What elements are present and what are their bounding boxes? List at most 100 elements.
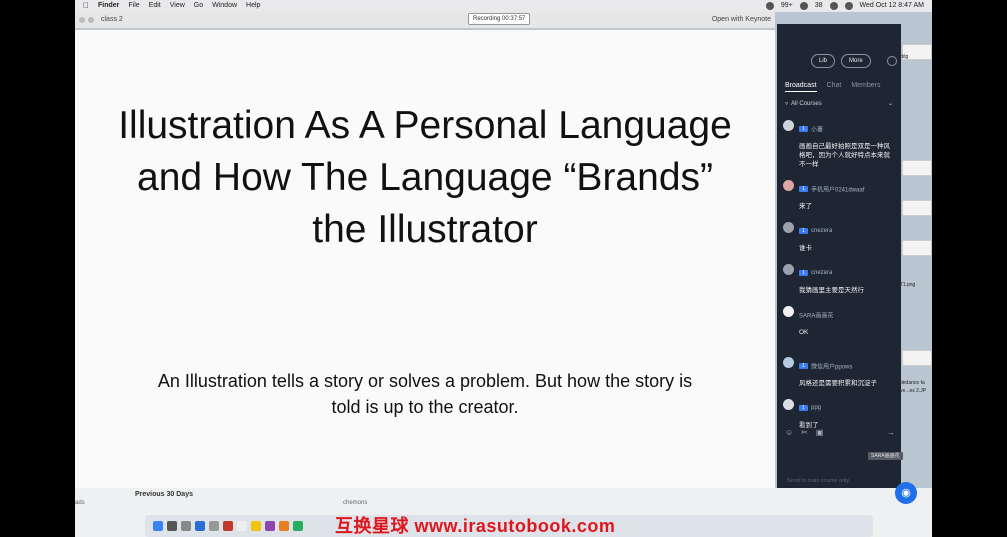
tab-broadcast[interactable]: Broadcast — [785, 82, 817, 92]
list-item: 1 手机用户0241dwaaf 来了 — [783, 180, 895, 211]
message-author: 手机用户0241dwaaf — [811, 187, 865, 194]
close-icon[interactable] — [79, 17, 85, 23]
finder-file-label: chemons — [343, 500, 368, 506]
message-text: 我猜画里主要是天然行 — [799, 287, 864, 294]
app-icon[interactable] — [251, 521, 261, 531]
slide-title: Illustration As A Personal Language and … — [118, 104, 732, 251]
app-icon[interactable] — [223, 521, 233, 531]
list-item: 1 cnezera 我猜画里主要是天然行 — [783, 264, 895, 295]
app-icon[interactable] — [209, 521, 219, 531]
emoji-icon[interactable]: ☺ — [785, 428, 793, 438]
message-text: 谁卡 — [799, 245, 812, 252]
desktop-file-label[interactable]: dedance fa — [900, 380, 925, 386]
menu-datetime[interactable]: Wed Oct 12 8:47 AM — [860, 0, 924, 12]
avatar[interactable] — [783, 180, 794, 191]
desktop-file-label[interactable]: ve...es 2.JP — [900, 388, 926, 394]
list-item: 1 ppg 看到了 — [783, 399, 895, 430]
send-arrow-icon[interactable]: → — [887, 428, 895, 438]
avatar[interactable] — [783, 357, 794, 368]
course-filter-label: All Courses — [791, 101, 822, 107]
status-icon[interactable] — [765, 2, 774, 10]
menu-help[interactable]: Help — [246, 0, 260, 12]
list-item: 1 微信用户ppows 风格还是需要积累和沉淀子 — [783, 357, 895, 388]
image-file-icon[interactable] — [902, 350, 932, 366]
file-icon[interactable] — [902, 240, 932, 256]
message-text: 风格还是需要积累和沉淀子 — [799, 380, 877, 387]
menu-edit[interactable]: Edit — [149, 0, 161, 12]
app-icon[interactable] — [279, 521, 289, 531]
calendar-icon[interactable] — [237, 521, 247, 531]
message-author: ppg — [811, 404, 822, 411]
avatar[interactable] — [783, 222, 794, 233]
level-badge: 1 — [799, 227, 808, 234]
app-icon[interactable] — [195, 521, 205, 531]
avatar[interactable] — [783, 399, 794, 410]
desktop-file-label[interactable]: ddg — [900, 54, 908, 60]
message-list: 1 小董 画画自己最好拍照是双是一种风格吧，因为个人就好特点本来就不一样 1 手机用… — [783, 120, 895, 441]
avatar[interactable] — [783, 264, 794, 275]
open-with-keynote-button[interactable]: Open with Keynote — [712, 12, 771, 28]
message-text: OK — [799, 329, 809, 336]
message-author: 微信用户ppows — [811, 364, 853, 371]
level-badge: 1 — [799, 125, 808, 132]
slide-body: An Illustration tells a story or solves … — [157, 371, 693, 417]
recording-indicator[interactable]: Recording 00:37:57 — [468, 13, 531, 25]
lib-button[interactable]: Lib — [811, 54, 836, 68]
menu-view[interactable]: View — [170, 0, 185, 12]
message-author: 小董 — [811, 127, 824, 134]
apple-icon[interactable]:  — [83, 0, 89, 12]
level-badge: 1 — [799, 362, 808, 369]
message-author: cnezera — [811, 269, 833, 276]
more-button[interactable]: More — [841, 54, 871, 68]
chat-bubble-button[interactable]: ◉ — [895, 482, 917, 504]
message-text: 来了 — [799, 203, 812, 210]
filter-icon: ▿ — [785, 101, 789, 107]
app-icon[interactable] — [181, 521, 191, 531]
send-note: Send to main course only — [787, 478, 850, 484]
live-class-panel: Lib More Broadcast Chat Members ▿ All Cou… — [777, 24, 901, 488]
desktop-screen:  Finder File Edit View Go Window Help 9… — [75, 0, 932, 537]
app-icon[interactable] — [167, 521, 177, 531]
panel-tabs: Broadcast Chat Members — [785, 82, 881, 92]
menu-go[interactable]: Go — [194, 0, 203, 12]
app-icon[interactable] — [293, 521, 303, 531]
desktop-file-label[interactable]: 71.png — [900, 282, 915, 288]
slide-canvas: Illustration As A Personal Language and … — [75, 30, 775, 488]
menu-file[interactable]: File — [128, 0, 139, 12]
previous-30-days-label: Previous 30 Days — [135, 491, 193, 498]
tab-members[interactable]: Members — [851, 82, 880, 92]
finder-icon[interactable] — [153, 521, 163, 531]
level-badge: 1 — [799, 269, 808, 276]
image-icon[interactable]: ▣ — [816, 428, 824, 438]
notification-count[interactable]: 99+ — [781, 0, 793, 12]
menu-bar:  Finder File Edit View Go Window Help 9… — [75, 0, 932, 12]
app-icon[interactable] — [265, 521, 275, 531]
search-icon[interactable] — [844, 2, 853, 10]
keynote-titlebar: class 2 Open with Keynote — [75, 12, 775, 29]
tab-chat[interactable]: Chat — [827, 82, 842, 92]
course-filter[interactable]: ▿ All Courses ⌄ — [785, 100, 893, 107]
menu-app-name[interactable]: Finder — [98, 0, 119, 12]
status-count[interactable]: 38 — [815, 0, 823, 12]
avatar[interactable] — [783, 120, 794, 131]
level-badge: 1 — [799, 404, 808, 411]
file-icon[interactable] — [902, 160, 932, 176]
message-text: 画画自己最好拍照是双是一种风格吧，因为个人就好特点本来就不一样 — [799, 143, 890, 168]
avatar[interactable] — [783, 306, 794, 317]
settings-icon[interactable] — [887, 56, 897, 66]
window-title: class 2 — [101, 16, 123, 23]
minimize-icon[interactable] — [88, 17, 94, 23]
file-icon[interactable] — [902, 200, 932, 216]
wifi-icon[interactable] — [829, 2, 838, 10]
list-item: 1 cnezera 谁卡 — [783, 222, 895, 253]
chat-icon: ◉ — [901, 487, 911, 499]
scissors-icon[interactable]: ✂ — [801, 428, 808, 438]
message-author: SARA画画花 — [799, 313, 834, 320]
list-item: SARA画画花 OK — [783, 306, 895, 337]
menu-window[interactable]: Window — [212, 0, 237, 12]
level-badge: 1 — [799, 185, 808, 192]
status-icon[interactable] — [799, 2, 808, 10]
list-item: 1 小董 画画自己最好拍照是双是一种风格吧，因为个人就好特点本来就不一样 — [783, 120, 895, 169]
desktop-icons: ddg 71.png dedance fa ve...es 2.JP — [900, 40, 932, 480]
chevron-down-icon[interactable]: ⌄ — [888, 100, 893, 107]
